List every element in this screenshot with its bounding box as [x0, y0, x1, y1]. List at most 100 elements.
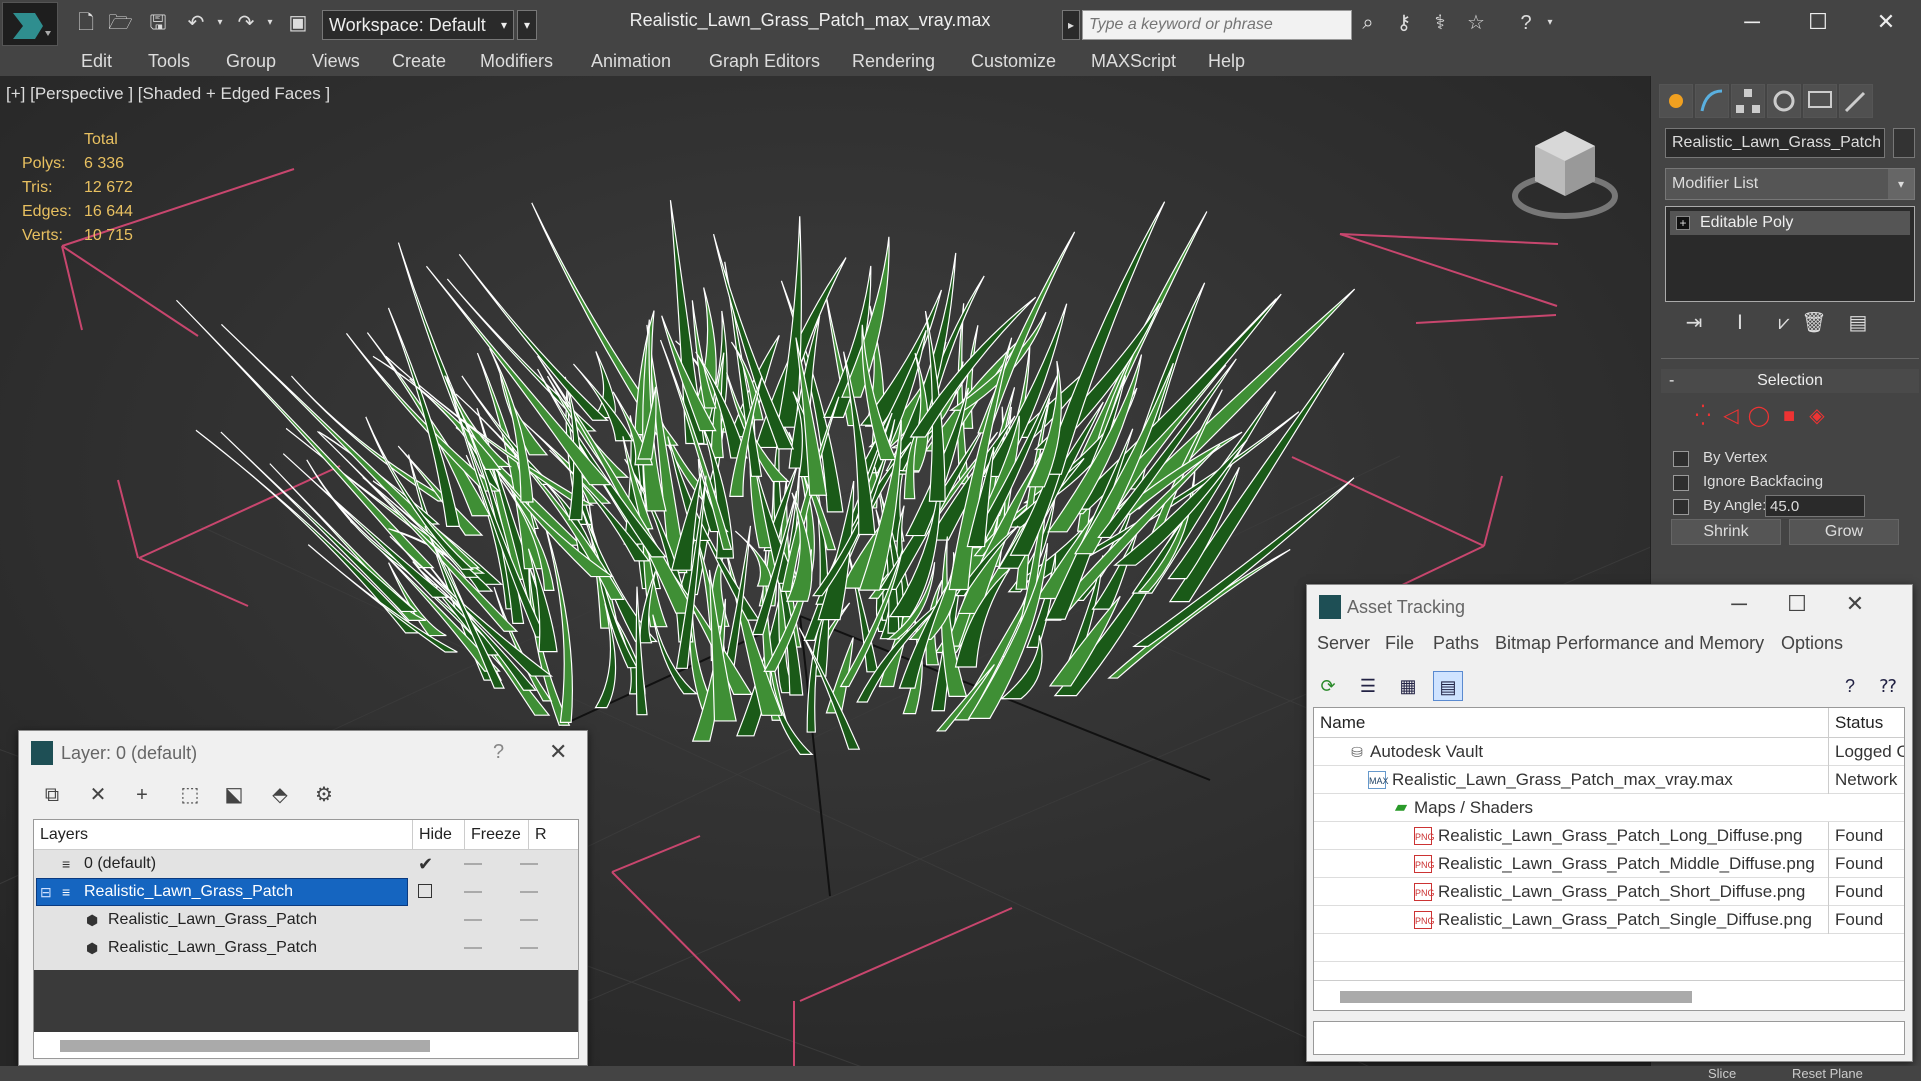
- scrollbar-thumb[interactable]: [60, 1040, 430, 1052]
- asset-row-maps-folder[interactable]: ▰ Maps / Shaders: [1314, 794, 1904, 822]
- asset-row-texture[interactable]: PNG Realistic_Lawn_Grass_Patch_Long_Diff…: [1314, 822, 1904, 850]
- minimize-button[interactable]: ─: [1722, 4, 1782, 40]
- utilities-tab-icon[interactable]: [1839, 84, 1873, 118]
- reset-plane-button[interactable]: Reset Plane: [1792, 1066, 1863, 1081]
- hide-toggle[interactable]: [464, 947, 482, 949]
- context-help-icon[interactable]: ⁇: [1873, 671, 1903, 701]
- layer-properties-icon[interactable]: ⚙: [309, 781, 339, 809]
- hierarchy-tab-icon[interactable]: [1731, 84, 1765, 118]
- app-logo-button[interactable]: [2, 2, 58, 46]
- asset-row-max-file[interactable]: MAX Realistic_Lawn_Grass_Patch_max_vray.…: [1314, 766, 1904, 794]
- object-row[interactable]: ⬢ Realistic_Lawn_Grass_Patch: [34, 934, 578, 962]
- grow-button[interactable]: Grow: [1789, 519, 1899, 545]
- freeze-toggle[interactable]: [520, 863, 538, 865]
- menu-tools[interactable]: Tools: [148, 50, 190, 72]
- new-file-icon[interactable]: 🗋: [74, 12, 98, 34]
- border-mode-icon[interactable]: ◯: [1745, 403, 1773, 429]
- layer-row-grass-patch[interactable]: ⊟ ≡ Realistic_Lawn_Grass_Patch: [34, 878, 578, 906]
- vertex-mode-icon[interactable]: ⁛: [1689, 403, 1717, 429]
- asset-minimize-button[interactable]: ─: [1719, 591, 1759, 617]
- asset-row-texture[interactable]: PNG Realistic_Lawn_Grass_Patch_Single_Di…: [1314, 906, 1904, 934]
- menu-rendering[interactable]: Rendering: [852, 50, 935, 72]
- redo-icon[interactable]: ↷: [234, 12, 258, 34]
- motion-tab-icon[interactable]: [1767, 84, 1801, 118]
- object-name-field[interactable]: Realistic_Lawn_Grass_Patch: [1665, 128, 1885, 158]
- slice-button[interactable]: Slice: [1708, 1066, 1736, 1081]
- add-to-layer-icon[interactable]: ⧉: [37, 781, 67, 809]
- workspace-selector[interactable]: Workspace: Default ▾: [322, 10, 514, 40]
- hide-toggle[interactable]: [464, 863, 482, 865]
- menu-help[interactable]: Help: [1208, 50, 1245, 72]
- search-input[interactable]: [1082, 10, 1352, 40]
- help-dropdown-icon[interactable]: ▾: [1538, 12, 1562, 34]
- open-file-icon[interactable]: 🗁: [108, 12, 133, 34]
- redo-dropdown-icon[interactable]: ▾: [258, 12, 282, 34]
- list-view-icon[interactable]: ☰: [1353, 671, 1383, 701]
- menu-customize[interactable]: Customize: [971, 50, 1056, 72]
- asset-menu-bitmap[interactable]: Bitmap Performance and Memory: [1495, 633, 1764, 654]
- menu-edit[interactable]: Edit: [81, 50, 112, 72]
- refresh-icon[interactable]: ⟳: [1313, 671, 1343, 701]
- menu-modifiers[interactable]: Modifiers: [480, 50, 553, 72]
- polygon-mode-icon[interactable]: ■: [1775, 403, 1803, 429]
- undo-dropdown-icon[interactable]: ▾: [208, 12, 232, 34]
- menu-graph-editors[interactable]: Graph Editors: [709, 50, 820, 72]
- project-folder-icon[interactable]: ▣: [286, 12, 310, 34]
- key-icon[interactable]: ⚷: [1392, 12, 1416, 34]
- selection-rollout-header[interactable]: - Selection: [1661, 369, 1919, 393]
- edge-mode-icon[interactable]: ◁: [1717, 403, 1745, 429]
- column-render[interactable]: R: [528, 820, 578, 850]
- search-expand-button[interactable]: ▸: [1062, 10, 1080, 40]
- asset-path-field[interactable]: [1313, 1021, 1905, 1055]
- viewport-label[interactable]: [+] [Perspective ] [Shaded + Edged Faces…: [6, 84, 330, 104]
- expand-icon[interactable]: +: [1676, 216, 1690, 230]
- binoculars-icon[interactable]: ⌕: [1356, 12, 1380, 34]
- asset-row-texture[interactable]: PNG Realistic_Lawn_Grass_Patch_Short_Dif…: [1314, 878, 1904, 906]
- asset-menu-file[interactable]: File: [1385, 633, 1414, 654]
- make-unique-icon[interactable]: ⩗: [1769, 308, 1799, 338]
- new-layer-icon[interactable]: +: [127, 781, 157, 809]
- close-button[interactable]: ✕: [1856, 4, 1916, 40]
- menu-maxscript[interactable]: MAXScript: [1091, 50, 1176, 72]
- element-mode-icon[interactable]: ◈: [1803, 403, 1831, 429]
- remove-modifier-icon[interactable]: 🗑: [1799, 308, 1829, 338]
- asset-menu-paths[interactable]: Paths: [1433, 633, 1479, 654]
- horizontal-scrollbar[interactable]: [34, 1032, 578, 1058]
- column-layers[interactable]: Layers: [34, 820, 412, 850]
- horizontal-scrollbar[interactable]: [1314, 980, 1904, 1010]
- layer-row-default[interactable]: ≡ 0 (default) ✔: [34, 850, 578, 878]
- menu-group[interactable]: Group: [226, 50, 276, 72]
- current-layer-box[interactable]: [418, 884, 432, 898]
- maximize-button[interactable]: ☐: [1788, 4, 1848, 40]
- column-freeze[interactable]: Freeze: [464, 820, 528, 850]
- help-button[interactable]: ?: [493, 741, 504, 764]
- pin-stack-icon[interactable]: ⇥: [1679, 308, 1709, 338]
- layer-close-button[interactable]: ✕: [549, 739, 567, 765]
- asset-row-vault[interactable]: ⛁ Autodesk Vault Logged O: [1314, 738, 1904, 766]
- shrink-button[interactable]: Shrink: [1671, 519, 1781, 545]
- column-status[interactable]: Status: [1828, 708, 1904, 738]
- favorites-star-icon[interactable]: ☆: [1464, 12, 1488, 34]
- asset-menu-server[interactable]: Server: [1317, 633, 1370, 654]
- thumbnail-view-icon[interactable]: ▦: [1393, 671, 1423, 701]
- set-current-layer-icon[interactable]: ⬘: [265, 781, 295, 809]
- table-view-icon[interactable]: ▤: [1433, 671, 1463, 701]
- menu-views[interactable]: Views: [312, 50, 360, 72]
- undo-icon[interactable]: ↶: [184, 12, 208, 34]
- menu-create[interactable]: Create: [392, 50, 446, 72]
- save-file-icon[interactable]: 🖫: [146, 12, 170, 34]
- freeze-toggle[interactable]: [520, 947, 538, 949]
- show-end-result-icon[interactable]: Ⅰ: [1725, 308, 1755, 338]
- scrollbar-thumb[interactable]: [1340, 991, 1692, 1003]
- display-tab-icon[interactable]: [1803, 84, 1837, 118]
- object-row[interactable]: ⬢ Realistic_Lawn_Grass_Patch: [34, 906, 578, 934]
- select-objects-icon[interactable]: ⬚: [175, 781, 205, 809]
- menu-animation[interactable]: Animation: [591, 50, 671, 72]
- viewcube-icon[interactable]: [1510, 126, 1620, 226]
- hide-toggle[interactable]: [464, 919, 482, 921]
- create-tab-icon[interactable]: [1659, 84, 1693, 118]
- asset-close-button[interactable]: ✕: [1835, 591, 1875, 617]
- help-icon[interactable]: ?: [1835, 671, 1865, 701]
- angle-value-spinner[interactable]: 45.0: [1765, 495, 1865, 517]
- stack-item-editable-poly[interactable]: + Editable Poly: [1670, 211, 1910, 235]
